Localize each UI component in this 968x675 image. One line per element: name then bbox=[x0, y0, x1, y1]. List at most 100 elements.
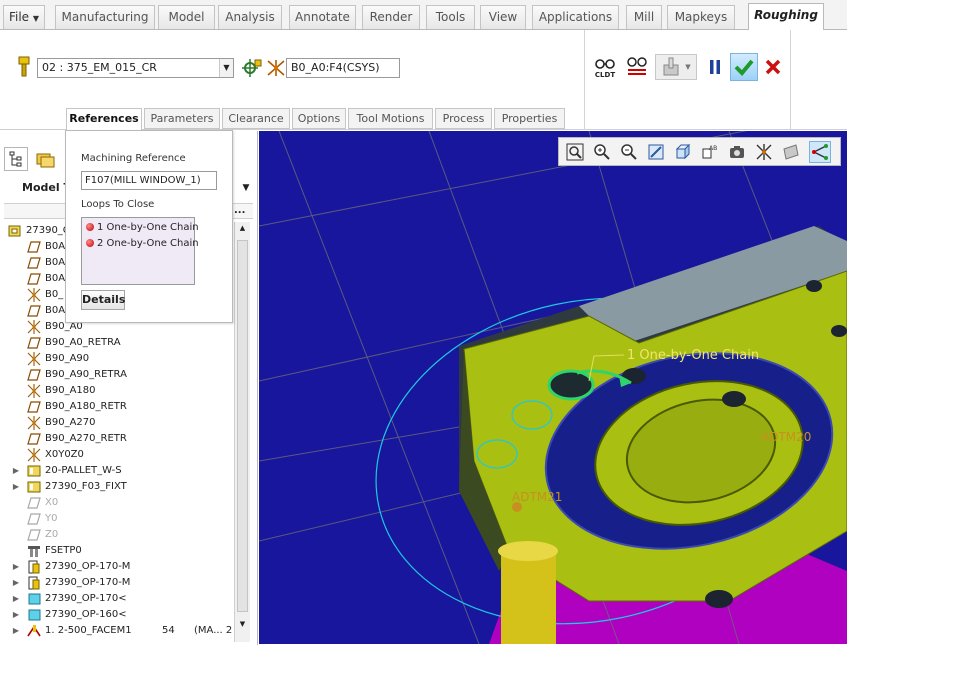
tree-item[interactable]: B90_A90 bbox=[0, 351, 233, 367]
tree-item[interactable]: ▶ 1. 2-500_FACEM1 54 (MA... 2 bbox=[0, 623, 233, 639]
display-style-button[interactable]: AB bbox=[699, 141, 721, 163]
loops-list[interactable]: 1 One-by-One Chain 2 One-by-One Chain bbox=[81, 217, 199, 285]
pause-button[interactable] bbox=[703, 55, 727, 79]
expand-arrow-icon[interactable]: ▶ bbox=[11, 559, 21, 575]
tree-item[interactable]: B90_A180_RETR bbox=[0, 399, 233, 415]
tree-item-label: B90_A270 bbox=[45, 417, 96, 428]
tree-item[interactable]: ▶ 27390_OP-170-M bbox=[0, 559, 233, 575]
folder-browser-tab[interactable] bbox=[34, 147, 58, 171]
hole-shape bbox=[722, 391, 746, 407]
tree-item[interactable]: X0Y0Z0 bbox=[0, 447, 233, 463]
tab-parameters[interactable]: Parameters bbox=[144, 108, 220, 129]
section-button[interactable] bbox=[780, 141, 802, 163]
expand-arrow-icon[interactable]: ▶ bbox=[11, 591, 21, 607]
tree-item[interactable]: ▶ 27390_OP-160< bbox=[0, 607, 233, 623]
material-removal-button[interactable]: ▼ bbox=[655, 54, 697, 80]
tab-model[interactable]: Model bbox=[158, 5, 215, 29]
list-item[interactable]: 2 One-by-One Chain bbox=[86, 236, 199, 251]
tab-file[interactable]: File ▼ bbox=[3, 5, 45, 29]
tab-applications[interactable]: Applications bbox=[532, 5, 619, 29]
datum-plane-icon bbox=[27, 400, 41, 414]
tab-process[interactable]: Process bbox=[435, 108, 492, 129]
tab-manufacturing[interactable]: Manufacturing bbox=[55, 5, 155, 29]
tab-render[interactable]: Render bbox=[362, 5, 420, 29]
tree-item[interactable]: B90_A270 bbox=[0, 415, 233, 431]
glasses-path-icon bbox=[627, 57, 647, 75]
tree-item[interactable]: B90_A0_RETRA bbox=[0, 335, 233, 351]
cancel-button[interactable] bbox=[761, 55, 785, 79]
tree-item-label: 27390_C bbox=[26, 225, 70, 236]
tab-options[interactable]: Options bbox=[292, 108, 346, 129]
tree-item[interactable]: Z0 bbox=[0, 527, 233, 543]
toolpath-icon bbox=[812, 144, 828, 160]
cutting-tool-icon[interactable] bbox=[12, 55, 36, 79]
cube-icon bbox=[675, 143, 691, 160]
tool-manager-icon[interactable] bbox=[240, 56, 264, 80]
tab-mill[interactable]: Mill bbox=[626, 5, 662, 29]
csys-icon[interactable] bbox=[264, 56, 288, 80]
tab-roughing[interactable]: Roughing bbox=[748, 3, 824, 31]
datum-plane-icon bbox=[27, 336, 41, 350]
zoom-in-button[interactable] bbox=[591, 141, 613, 163]
expand-arrow-icon[interactable]: ▶ bbox=[11, 463, 21, 479]
csys-field[interactable]: B0_A0:F4(CSYS) bbox=[286, 58, 400, 78]
tree-item[interactable]: FSETP0 bbox=[0, 543, 233, 559]
chevron-down-icon: ▼ bbox=[242, 183, 250, 193]
tree-item[interactable]: ▶ 27390_OP-170-M bbox=[0, 575, 233, 591]
saved-orientations-button[interactable] bbox=[672, 141, 694, 163]
expand-arrow-icon[interactable]: ▶ bbox=[11, 623, 21, 639]
cldt-button[interactable]: CLDT bbox=[594, 54, 616, 82]
tree-item[interactable]: X0 bbox=[0, 495, 233, 511]
scroll-up-arrow[interactable]: ▲ bbox=[237, 224, 248, 236]
tab-properties[interactable]: Properties bbox=[494, 108, 565, 129]
tree-item[interactable]: B90_A180 bbox=[0, 383, 233, 399]
tab-clearance[interactable]: Clearance bbox=[222, 108, 290, 129]
tree-item[interactable]: ▶ 27390_OP-170< bbox=[0, 591, 233, 607]
tree-item-label: 27390_OP-170-M bbox=[45, 561, 131, 572]
more-columns-button[interactable]: ... bbox=[234, 205, 245, 216]
expand-arrow-icon[interactable]: ▶ bbox=[11, 607, 21, 623]
apply-button[interactable] bbox=[730, 53, 758, 81]
scroll-thumb[interactable] bbox=[237, 240, 248, 612]
tree-item-label: 27390_OP-170< bbox=[45, 593, 127, 604]
toolpath-display-button[interactable] bbox=[809, 141, 831, 163]
tab-mapkeys[interactable]: Mapkeys bbox=[667, 5, 735, 29]
tab-tools[interactable]: Tools bbox=[426, 5, 475, 29]
tree-vertical-scrollbar[interactable]: ▲ ▼ bbox=[234, 222, 250, 642]
zoom-out-button[interactable] bbox=[618, 141, 640, 163]
tree-item[interactable]: B90_A270_RETR bbox=[0, 431, 233, 447]
tree-item[interactable]: Y0 bbox=[0, 511, 233, 527]
tab-annotate[interactable]: Annotate bbox=[289, 5, 356, 29]
tree-item[interactable]: ▶ 27390_F03_FIXT bbox=[0, 479, 233, 495]
expand-arrow-icon[interactable]: ▶ bbox=[11, 479, 21, 495]
graphics-viewport[interactable]: 1 One-by-One Chain ADTM21 ADTM20 bbox=[259, 131, 847, 644]
tree-item-label: Y0 bbox=[45, 513, 58, 524]
tab-tool-motions[interactable]: Tool Motions bbox=[348, 108, 433, 129]
tab-analysis[interactable]: Analysis bbox=[218, 5, 282, 29]
datum-display-button[interactable] bbox=[753, 141, 775, 163]
tree-item-label: 27390_OP-160< bbox=[45, 609, 127, 620]
repaint-button[interactable] bbox=[645, 141, 667, 163]
scroll-down-arrow[interactable]: ▼ bbox=[237, 620, 248, 632]
model-3d-view[interactable]: 1 One-by-One Chain ADTM21 ADTM20 bbox=[259, 131, 847, 644]
tool-selector[interactable]: 02 : 375_EM_015_CR ▼ bbox=[37, 58, 234, 78]
named-views-button[interactable] bbox=[726, 141, 748, 163]
model-tree-settings-dropdown[interactable]: ▼ bbox=[237, 179, 255, 197]
refit-button[interactable] bbox=[564, 141, 586, 163]
expand-arrow-icon[interactable]: ▶ bbox=[11, 575, 21, 591]
chain-highlight-shape[interactable] bbox=[547, 369, 595, 401]
tab-view[interactable]: View bbox=[480, 5, 526, 29]
tab-file-label: File bbox=[8, 10, 30, 24]
details-button[interactable]: Details bbox=[81, 290, 125, 310]
chevron-down-icon[interactable]: ▼ bbox=[219, 59, 233, 77]
model-tree-tab[interactable] bbox=[4, 147, 28, 171]
tree-icon bbox=[9, 151, 22, 167]
display-toolpath-button[interactable] bbox=[625, 55, 649, 79]
tree-item-label: 27390_OP-170-M bbox=[45, 577, 131, 588]
csys-icon bbox=[27, 320, 41, 334]
tree-item[interactable]: ▶ 20-PALLET_W-S bbox=[0, 463, 233, 479]
tree-item[interactable]: B90_A90_RETRA bbox=[0, 367, 233, 383]
list-item[interactable]: 1 One-by-One Chain bbox=[86, 220, 199, 235]
tab-references[interactable]: References bbox=[66, 108, 142, 130]
machining-reference-field[interactable]: F107(MILL WINDOW_1) bbox=[81, 171, 217, 190]
